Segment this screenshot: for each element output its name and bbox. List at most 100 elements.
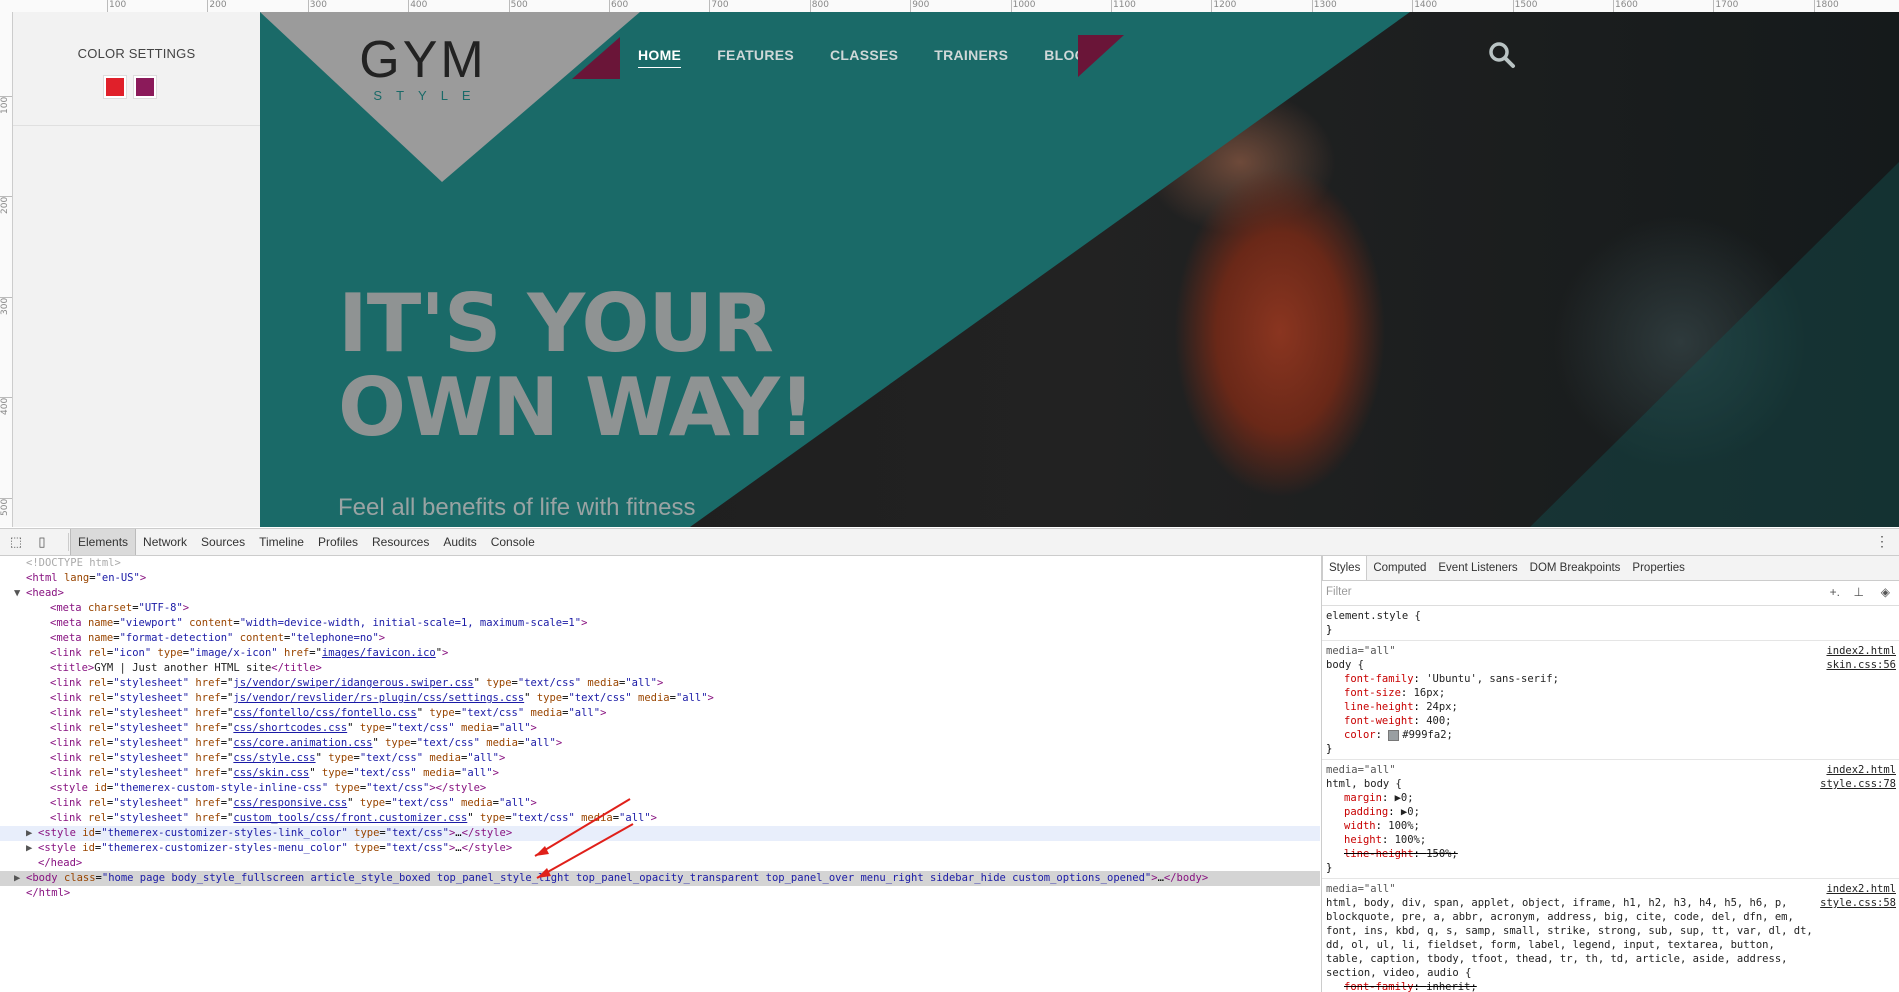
dom-node[interactable]: <link rel="stylesheet" href="css/core.an… [0, 736, 1320, 751]
css-property[interactable]: font-family: 'Ubuntu', sans-serif; [1326, 672, 1896, 686]
dom-node[interactable]: <meta name="viewport" content="width=dev… [0, 616, 1320, 631]
side-tab-styles[interactable]: Styles [1322, 556, 1368, 580]
rule-media: media="all" [1326, 883, 1396, 895]
expand-toggle-icon[interactable]: ▶ [14, 871, 26, 886]
dom-node[interactable]: <meta name="format-detection" content="t… [0, 631, 1320, 646]
ruler-label: 600 [611, 0, 629, 10]
rule-selector[interactable]: element.style { [1326, 609, 1896, 623]
css-property[interactable]: width: 100%; [1326, 819, 1896, 833]
dom-node-markup: <link rel="stylesheet" href="css/skin.cs… [50, 767, 499, 779]
css-property[interactable]: color: #999fa2; [1326, 728, 1896, 742]
rule-source-file[interactable]: index2.html [1820, 763, 1896, 777]
rule-source-file[interactable]: index2.html [1826, 644, 1896, 658]
dom-node[interactable]: ▶ <style id="themerex-customizer-styles-m… [0, 841, 1320, 856]
tab-profiles[interactable]: Profiles [311, 529, 365, 555]
css-property[interactable]: line-height: 150%; [1326, 847, 1896, 861]
dom-node[interactable]: <!DOCTYPE html> [0, 556, 1320, 571]
css-property[interactable]: font-weight: 400; [1326, 714, 1896, 728]
nav-item-home[interactable]: HOME [638, 47, 682, 68]
search-icon[interactable] [1487, 40, 1517, 70]
side-tab-computed[interactable]: Computed [1367, 556, 1432, 580]
dom-node[interactable]: <link rel="stylesheet" href="custom_tool… [0, 811, 1320, 826]
rule-source-file[interactable]: index2.html [1820, 882, 1896, 896]
rule-source-link[interactable]: index2.html style.css:58 [1820, 882, 1896, 910]
css-property[interactable]: margin: ▶0; [1326, 791, 1896, 805]
dom-node[interactable]: <link rel="stylesheet" href="js/vendor/s… [0, 676, 1320, 691]
rule-source-link[interactable]: index2.html style.css:78 [1820, 763, 1896, 791]
ruler-label: 1500 [1514, 0, 1538, 10]
color-swatch-red[interactable] [103, 75, 127, 99]
dom-node-markup: </head> [38, 857, 83, 869]
property-value: inherit; [1426, 981, 1477, 992]
dom-node[interactable]: <link rel="stylesheet" href="css/skin.cs… [0, 766, 1320, 781]
color-swatch-purple[interactable] [133, 75, 157, 99]
nav-item-classes[interactable]: CLASSES [830, 47, 898, 68]
tab-sources[interactable]: Sources [194, 529, 252, 555]
tab-console[interactable]: Console [484, 529, 542, 555]
ruler-label: 700 [711, 0, 729, 10]
property-name: line-height [1344, 701, 1414, 713]
main-nav: HOME FEATURES CLASSES TRAINERS BLOG [638, 47, 1086, 68]
dom-tree[interactable]: <!DOCTYPE html> <html lang="en-US"> ▼ <head… [0, 556, 1320, 992]
rule-selector[interactable]: html, body, div, span, applet, object, i… [1326, 896, 1896, 980]
ruler-label: 300 [0, 297, 10, 315]
filter-input[interactable]: Filter [1326, 586, 1352, 598]
side-tab-event-listeners[interactable]: Event Listeners [1432, 556, 1523, 580]
rule-source-line[interactable]: style.css:58 [1820, 896, 1896, 910]
rule-source-line[interactable]: style.css:78 [1820, 777, 1896, 791]
tab-audits[interactable]: Audits [436, 529, 483, 555]
nav-item-features[interactable]: FEATURES [717, 47, 794, 68]
element-state-icon[interactable]: ⊥ [1854, 585, 1864, 599]
device-mode-icon[interactable]: ▯ [34, 534, 50, 550]
ruler-label: 1200 [1213, 0, 1237, 10]
dom-node-markup: <body class="home page body_style_fullsc… [26, 872, 1209, 884]
dom-node[interactable]: <link rel="stylesheet" href="css/fontell… [0, 706, 1320, 721]
side-tab-properties[interactable]: Properties [1626, 556, 1690, 580]
css-property[interactable]: font-family: inherit; [1326, 980, 1896, 992]
dom-node[interactable]: </head> [0, 856, 1320, 871]
dom-node[interactable]: <link rel="stylesheet" href="css/respons… [0, 796, 1320, 811]
dom-node[interactable]: <meta charset="UTF-8"> [0, 601, 1320, 616]
styles-filter-row: Filter +. ⊥ ◈ [1322, 581, 1899, 606]
side-tab-dom-breakpoints[interactable]: DOM Breakpoints [1524, 556, 1627, 580]
dom-node[interactable]: </html> [0, 886, 1320, 901]
rule-media: media="all" [1326, 645, 1396, 657]
expand-toggle-icon[interactable]: ▶ [26, 826, 38, 841]
dom-node[interactable]: <html lang="en-US"> [0, 571, 1320, 586]
devtools-tabs: Elements Network Sources Timeline Profiles Re… [70, 529, 542, 555]
css-property[interactable]: line-height: 24px; [1326, 700, 1896, 714]
site-logo[interactable]: GYM STYLE [358, 32, 488, 103]
nav-item-trainers[interactable]: TRAINERS [934, 47, 1008, 68]
dom-node[interactable]: <link rel="stylesheet" href="css/shortco… [0, 721, 1320, 736]
expand-toggle-icon[interactable]: ▼ [14, 586, 26, 601]
tab-network[interactable]: Network [136, 529, 194, 555]
dom-node[interactable]: ▶ <body class="home page body_style_fulls… [0, 871, 1320, 886]
rule-source-link[interactable]: index2.html skin.css:56 [1826, 644, 1896, 672]
property-name: width [1344, 820, 1376, 832]
ruler-label: 1700 [1715, 0, 1739, 10]
rule-selector[interactable]: body { [1326, 658, 1896, 672]
more-options-icon[interactable]: ⋮ [1875, 533, 1889, 550]
rule-source-line[interactable]: skin.css:56 [1826, 658, 1896, 672]
color-format-icon[interactable]: ◈ [1881, 585, 1890, 599]
tab-resources[interactable]: Resources [365, 529, 436, 555]
new-rule-icon[interactable]: +. [1830, 585, 1840, 599]
css-property[interactable]: padding: ▶0; [1326, 805, 1896, 819]
dom-node[interactable]: <style id="themerex-custom-style-inline-… [0, 781, 1320, 796]
color-swatch-icon[interactable] [1388, 729, 1400, 741]
dom-node[interactable]: <link rel="stylesheet" href="js/vendor/r… [0, 691, 1320, 706]
inspect-element-icon[interactable]: ⬚ [8, 534, 24, 550]
css-property[interactable]: height: 100%; [1326, 833, 1896, 847]
dom-node[interactable]: ▼ <head> [0, 586, 1320, 601]
tab-timeline[interactable]: Timeline [252, 529, 311, 555]
dom-node[interactable]: <link rel="icon" type="image/x-icon" hre… [0, 646, 1320, 661]
hero-tagline: Feel all benefits of life with fitness [338, 494, 696, 521]
dom-node[interactable]: <link rel="stylesheet" href="css/style.c… [0, 751, 1320, 766]
rule-selector[interactable]: html, body { [1326, 777, 1896, 791]
ruler-label: 500 [510, 0, 528, 10]
expand-toggle-icon[interactable]: ▶ [26, 841, 38, 856]
css-property[interactable]: font-size: 16px; [1326, 686, 1896, 700]
dom-node[interactable]: <title>GYM | Just another HTML site</tit… [0, 661, 1320, 676]
dom-node[interactable]: ▶ <style id="themerex-customizer-styles-l… [0, 826, 1320, 841]
tab-elements[interactable]: Elements [70, 529, 137, 555]
